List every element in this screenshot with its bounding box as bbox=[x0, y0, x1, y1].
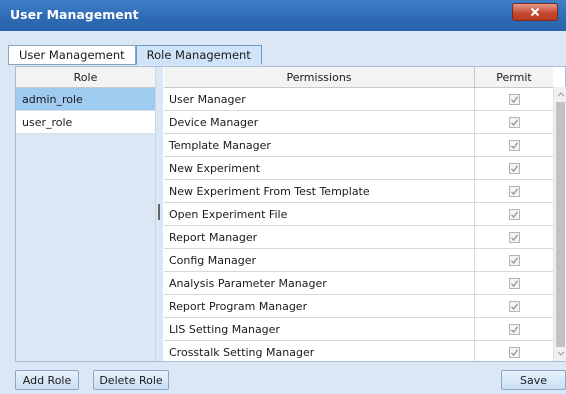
permission-name: Open Experiment File bbox=[164, 203, 475, 225]
permit-checkbox[interactable] bbox=[508, 300, 520, 312]
permit-checkbox[interactable] bbox=[508, 139, 520, 151]
chevron-up-icon bbox=[557, 92, 564, 97]
permission-row[interactable]: New Experiment bbox=[164, 157, 553, 180]
delete-role-button[interactable]: Delete Role bbox=[93, 370, 169, 390]
user-management-window: User Management User Management Role Man… bbox=[0, 0, 566, 394]
permissions-grid-header: Permissions Permit bbox=[164, 67, 553, 88]
permission-row[interactable]: Config Manager bbox=[164, 249, 553, 272]
close-button[interactable] bbox=[512, 3, 558, 21]
scroll-down-button[interactable] bbox=[554, 347, 566, 361]
permit-cell bbox=[475, 157, 553, 179]
permit-checkbox[interactable] bbox=[508, 277, 520, 289]
chevron-down-icon bbox=[557, 351, 564, 356]
permission-row[interactable]: Device Manager bbox=[164, 111, 553, 134]
permission-name: Template Manager bbox=[164, 134, 475, 156]
tab-role-management[interactable]: Role Management bbox=[135, 45, 262, 65]
permission-name: Config Manager bbox=[164, 249, 475, 271]
tab-user-management[interactable]: User Management bbox=[8, 45, 136, 65]
checkmark-icon bbox=[510, 187, 518, 195]
role-column-header[interactable]: Role bbox=[16, 67, 155, 88]
permission-name: User Manager bbox=[164, 88, 475, 110]
checkmark-icon bbox=[510, 325, 518, 333]
add-role-button[interactable]: Add Role bbox=[15, 370, 79, 390]
permission-row[interactable]: LIS Setting Manager bbox=[164, 318, 553, 341]
permission-row[interactable]: User Manager bbox=[164, 88, 553, 111]
permit-checkbox[interactable] bbox=[508, 208, 520, 220]
permission-name: Report Manager bbox=[164, 226, 475, 248]
permission-row[interactable]: New Experiment From Test Template bbox=[164, 180, 553, 203]
permit-checkbox[interactable] bbox=[508, 93, 520, 105]
permit-header-label: Permit bbox=[496, 70, 532, 84]
add-role-label: Add Role bbox=[22, 373, 72, 387]
permissions-scrollbar[interactable] bbox=[553, 87, 566, 361]
permissions-rows: User Manager Device Manager Template Manag… bbox=[164, 88, 553, 361]
permission-name: Device Manager bbox=[164, 111, 475, 133]
permit-cell bbox=[475, 272, 553, 294]
tab-strip: User Management Role Management bbox=[8, 45, 262, 65]
splitter-grip-icon bbox=[158, 204, 160, 220]
permit-cell bbox=[475, 295, 553, 317]
window-title: User Management bbox=[10, 7, 139, 22]
permission-row[interactable]: Crosstalk Setting Manager bbox=[164, 341, 553, 361]
checkmark-icon bbox=[510, 141, 518, 149]
permit-cell bbox=[475, 180, 553, 202]
pane-splitter[interactable] bbox=[156, 67, 163, 361]
role-management-panel: Role admin_role user_role Permissions Pe… bbox=[15, 66, 566, 362]
permit-cell bbox=[475, 226, 553, 248]
permit-checkbox[interactable] bbox=[508, 185, 520, 197]
checkmark-icon bbox=[510, 95, 518, 103]
permit-cell bbox=[475, 88, 553, 110]
permission-name: New Experiment From Test Template bbox=[164, 180, 475, 202]
role-header-label: Role bbox=[73, 70, 98, 84]
checkmark-icon bbox=[510, 302, 518, 310]
role-item-label: admin_role bbox=[22, 92, 83, 106]
permit-checkbox[interactable] bbox=[508, 254, 520, 266]
permit-cell bbox=[475, 249, 553, 271]
permissions-grid: Permissions Permit User Manager Device Ma… bbox=[164, 67, 553, 361]
permit-checkbox[interactable] bbox=[508, 231, 520, 243]
permission-name: LIS Setting Manager bbox=[164, 318, 475, 340]
permissions-header-label: Permissions bbox=[286, 70, 352, 84]
close-icon bbox=[530, 7, 540, 17]
checkmark-icon bbox=[510, 118, 518, 126]
tab-label: User Management bbox=[19, 48, 125, 62]
permission-name: New Experiment bbox=[164, 157, 475, 179]
permit-cell bbox=[475, 111, 553, 133]
checkmark-icon bbox=[510, 256, 518, 264]
tab-label: Role Management bbox=[146, 48, 251, 62]
scroll-up-button[interactable] bbox=[554, 87, 566, 101]
permit-cell bbox=[475, 341, 553, 361]
save-label: Save bbox=[519, 373, 547, 387]
title-bar[interactable]: User Management bbox=[0, 0, 566, 31]
permit-cell bbox=[475, 318, 553, 340]
role-list: Role admin_role user_role bbox=[16, 67, 156, 361]
permission-row[interactable]: Report Program Manager bbox=[164, 295, 553, 318]
permission-name: Analysis Parameter Manager bbox=[164, 272, 475, 294]
permission-name: Report Program Manager bbox=[164, 295, 475, 317]
permit-column-header[interactable]: Permit bbox=[475, 67, 553, 87]
permit-checkbox[interactable] bbox=[508, 162, 520, 174]
permit-checkbox[interactable] bbox=[508, 346, 520, 358]
permit-cell bbox=[475, 134, 553, 156]
checkmark-icon bbox=[510, 164, 518, 172]
delete-role-label: Delete Role bbox=[99, 373, 163, 387]
role-item-label: user_role bbox=[22, 115, 73, 129]
checkmark-icon bbox=[510, 279, 518, 287]
permission-row[interactable]: Template Manager bbox=[164, 134, 553, 157]
role-item-admin[interactable]: admin_role bbox=[16, 88, 155, 111]
save-button[interactable]: Save bbox=[501, 370, 566, 390]
permission-row[interactable]: Report Manager bbox=[164, 226, 553, 249]
permission-name: Crosstalk Setting Manager bbox=[164, 341, 475, 361]
scrollbar-thumb[interactable] bbox=[556, 102, 565, 347]
role-item-user[interactable]: user_role bbox=[16, 111, 155, 134]
checkmark-icon bbox=[510, 348, 518, 356]
permission-row[interactable]: Analysis Parameter Manager bbox=[164, 272, 553, 295]
permit-checkbox[interactable] bbox=[508, 116, 520, 128]
permit-cell bbox=[475, 203, 553, 225]
checkmark-icon bbox=[510, 210, 518, 218]
checkmark-icon bbox=[510, 233, 518, 241]
permission-row[interactable]: Open Experiment File bbox=[164, 203, 553, 226]
permissions-column-header[interactable]: Permissions bbox=[164, 67, 475, 87]
permit-checkbox[interactable] bbox=[508, 323, 520, 335]
